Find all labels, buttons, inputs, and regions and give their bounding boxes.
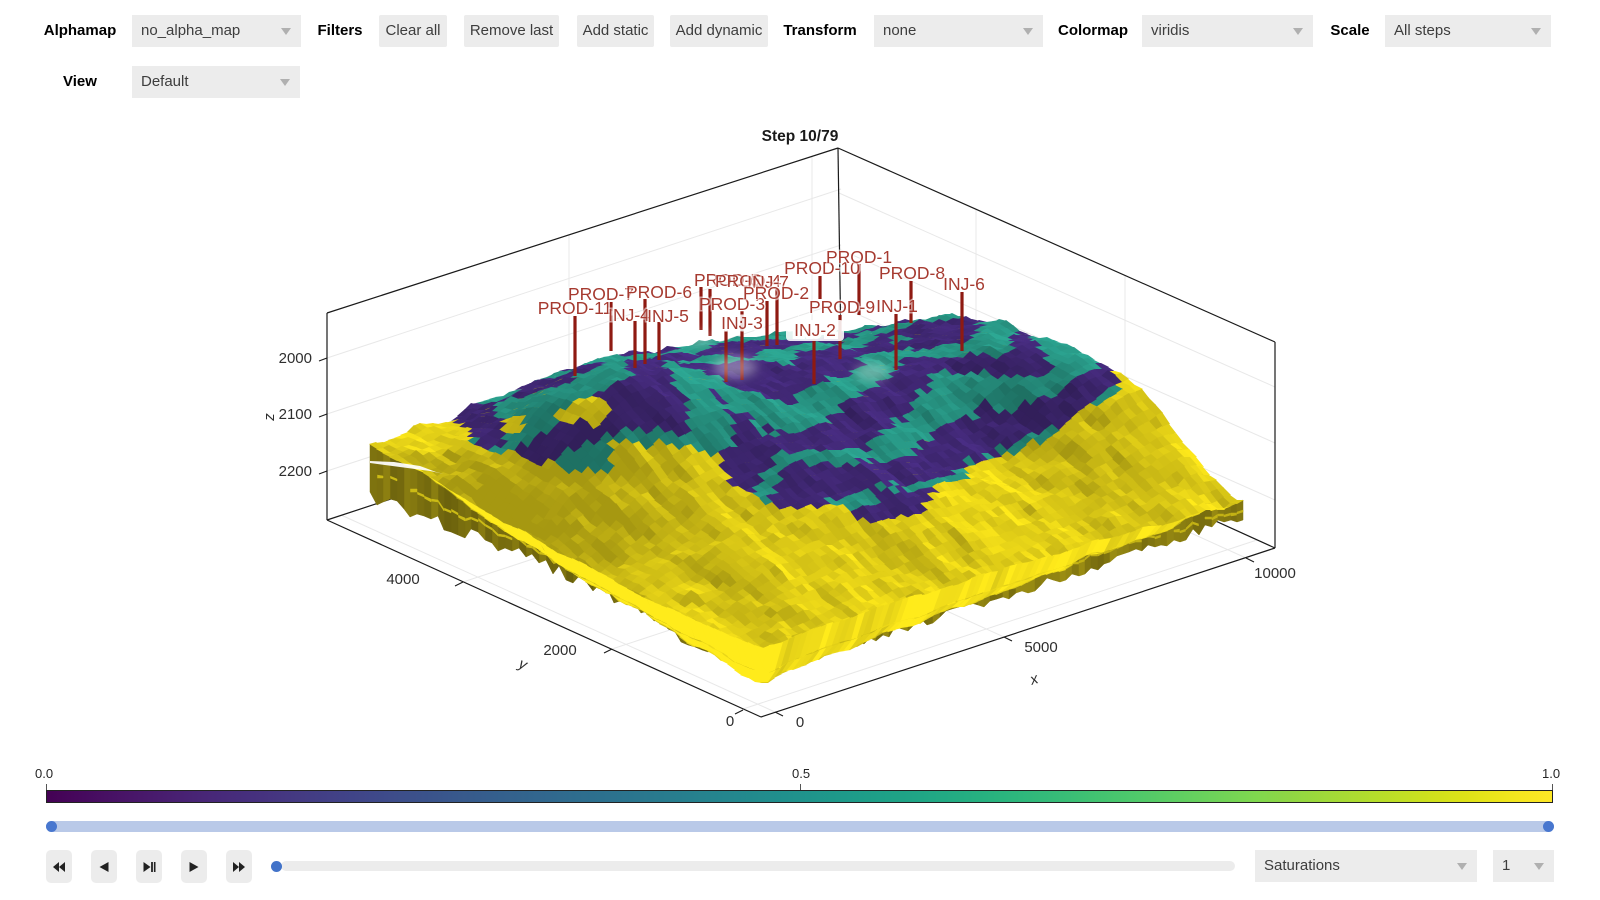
svg-text:2100: 2100 <box>279 406 312 423</box>
svg-text:5000: 5000 <box>1024 639 1057 656</box>
svg-text:PROD-8: PROD-8 <box>879 263 945 283</box>
svg-text:2200: 2200 <box>279 463 312 480</box>
svg-text:0: 0 <box>796 714 804 731</box>
svg-text:10000: 10000 <box>1254 565 1296 582</box>
svg-text:INJ-4: INJ-4 <box>608 305 650 325</box>
svg-text:2000: 2000 <box>279 350 312 367</box>
svg-text:y: y <box>515 655 531 675</box>
svg-text:z: z <box>261 413 278 422</box>
svg-text:Step 10/79: Step 10/79 <box>762 128 839 145</box>
svg-text:x: x <box>1027 670 1041 689</box>
svg-text:INJ-1: INJ-1 <box>876 296 918 316</box>
svg-text:INJ-3: INJ-3 <box>721 313 763 333</box>
svg-text:0: 0 <box>726 713 734 730</box>
svg-text:PROD-9: PROD-9 <box>809 297 875 317</box>
svg-text:4000: 4000 <box>386 571 419 588</box>
svg-text:PROD-6: PROD-6 <box>626 282 692 302</box>
svg-text:INJ-6: INJ-6 <box>943 274 985 294</box>
svg-text:INJ-2: INJ-2 <box>794 320 836 340</box>
svg-text:2000: 2000 <box>543 642 576 659</box>
svg-text:PROD-2: PROD-2 <box>743 283 809 303</box>
svg-text:PROD-7: PROD-7 <box>568 284 634 304</box>
svg-text:INJ-5: INJ-5 <box>647 306 689 326</box>
